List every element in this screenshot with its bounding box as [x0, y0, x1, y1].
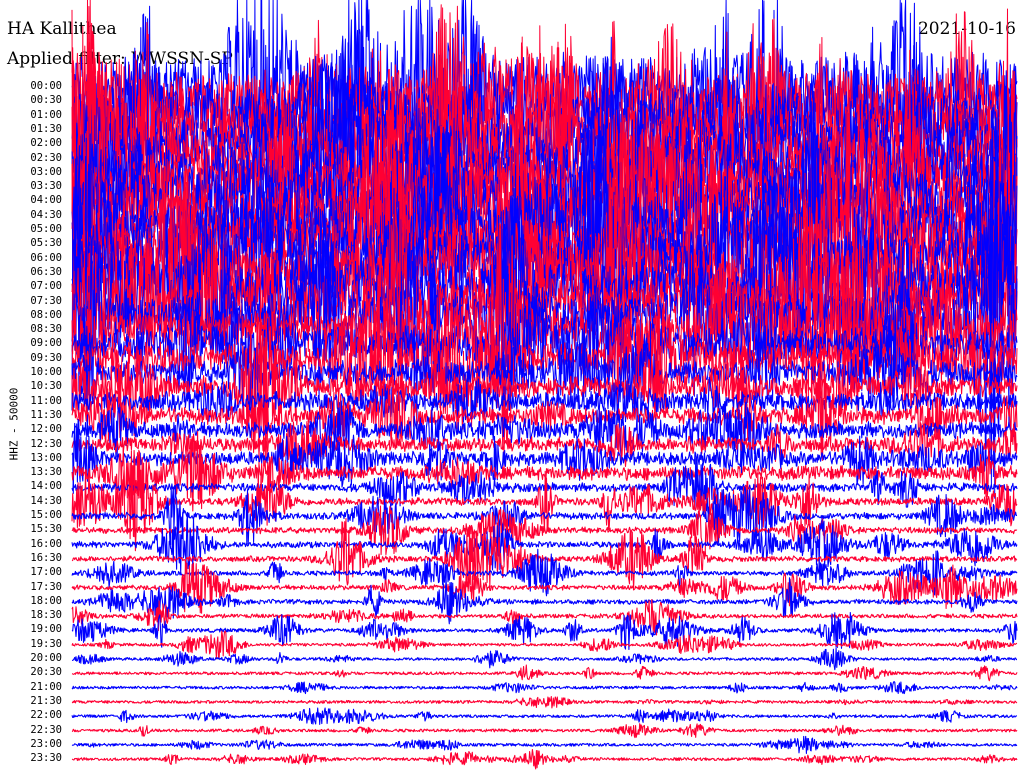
- trace-row: [71, 695, 1018, 709]
- trace-row: [71, 723, 1018, 739]
- seismogram-plot: [71, 0, 1018, 770]
- trace-row: [71, 735, 1018, 755]
- trace-row: [71, 664, 1018, 682]
- trace-row: [71, 647, 1017, 671]
- trace-row: [71, 748, 1018, 770]
- trace-row: [71, 681, 1018, 695]
- trace-row: [71, 630, 1018, 660]
- trace-row: [71, 707, 1017, 725]
